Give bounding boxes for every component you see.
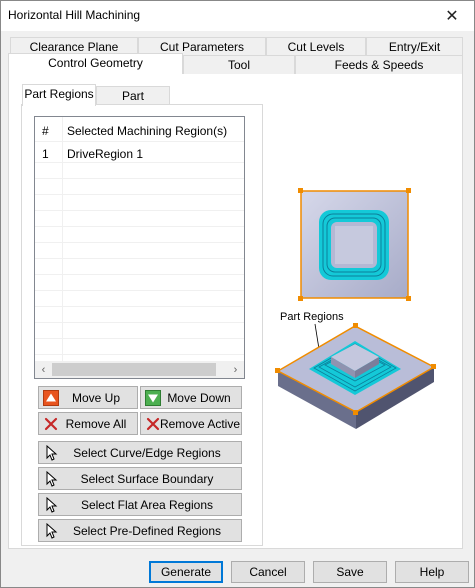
row-divider — [35, 210, 244, 211]
row-divider — [35, 258, 244, 259]
row-divider — [35, 226, 244, 227]
select-flat-area-regions-button[interactable]: Select Flat Area Regions — [38, 493, 242, 516]
tab-entry-exit[interactable]: Entry/Exit — [366, 37, 463, 56]
button-label: Remove All — [65, 417, 127, 431]
tab-label: Control Geometry — [48, 56, 143, 70]
tab-label: Entry/Exit — [388, 40, 441, 54]
row-divider — [35, 354, 244, 355]
tab-label: Feeds & Speeds — [334, 58, 424, 72]
window-title: Horizontal Hill Machining — [8, 8, 141, 22]
remove-all-button[interactable]: Remove All — [38, 412, 138, 435]
close-button[interactable]: ✕ — [442, 6, 462, 26]
row-divider — [35, 338, 244, 339]
select-predefined-regions-button[interactable]: Select Pre-Defined Regions — [38, 519, 242, 542]
tab-label: Cut Levels — [287, 40, 345, 54]
button-label: Select Pre-Defined Regions — [72, 524, 222, 538]
help-button[interactable]: Help — [395, 561, 469, 583]
select-curve-edge-regions-button[interactable]: Select Curve/Edge Regions — [38, 441, 242, 464]
tab-feeds-speeds[interactable]: Feeds & Speeds — [295, 55, 463, 74]
tab-control-geometry[interactable]: Control Geometry — [8, 53, 183, 74]
button-label: Select Curve/Edge Regions — [73, 446, 221, 460]
save-button[interactable]: Save — [313, 561, 387, 583]
button-label: Generate — [160, 565, 212, 579]
scroll-thumb[interactable] — [52, 363, 216, 376]
button-label: Save — [336, 565, 364, 579]
scroll-left-icon[interactable]: ‹ — [35, 361, 52, 378]
column-header-region[interactable]: Selected Machining Region(s) — [67, 124, 227, 138]
iso-view-diagram — [275, 323, 436, 429]
top-view-diagram — [298, 188, 411, 301]
column-header-number[interactable]: # — [42, 124, 49, 138]
tab-part-regions[interactable]: Part Regions — [22, 84, 96, 106]
horizontal-scrollbar[interactable]: ‹ › — [35, 361, 244, 378]
button-label: Select Flat Area Regions — [80, 498, 214, 512]
button-label: Help — [419, 565, 445, 579]
region-list[interactable]: # Selected Machining Region(s) 1 DriveRe… — [34, 116, 245, 379]
remove-active-button[interactable]: Remove Active — [140, 412, 242, 435]
tab-label: Clearance Plane — [29, 40, 119, 54]
tab-label: Cut Parameters — [159, 40, 245, 54]
row-divider — [35, 306, 244, 307]
part-regions-illustration: Part Regions — [275, 188, 436, 429]
button-label: Cancel — [249, 565, 287, 579]
button-label: Move Up — [71, 391, 121, 405]
row-divider — [35, 322, 244, 323]
button-label: Move Down — [167, 391, 231, 405]
row-divider — [35, 141, 244, 142]
button-label: Select Surface Boundary — [80, 472, 214, 486]
select-surface-boundary-button[interactable]: Select Surface Boundary — [38, 467, 242, 490]
table-row[interactable]: 1 DriveRegion 1 — [35, 143, 244, 161]
row-divider — [35, 290, 244, 291]
row-divider — [35, 178, 244, 179]
dialog-window: Horizontal Hill Machining ✕ Clearance Pl… — [0, 0, 475, 588]
scroll-right-icon[interactable]: › — [227, 361, 244, 378]
close-icon: ✕ — [445, 8, 459, 25]
tab-label: Tool — [227, 58, 250, 72]
tab-cut-levels[interactable]: Cut Levels — [266, 37, 366, 56]
tab-part-surfaces[interactable]: Part Surfaces — [96, 86, 170, 122]
row-number: 1 — [42, 147, 49, 161]
illustration-label: Part Regions — [280, 311, 344, 323]
row-divider — [35, 194, 244, 195]
tab-tool[interactable]: Tool — [183, 55, 295, 74]
generate-button[interactable]: Generate — [149, 561, 223, 583]
move-down-button[interactable]: Move Down — [140, 386, 242, 409]
tab-label: Part Regions — [24, 87, 94, 101]
label-leader-line — [314, 323, 320, 350]
row-region-name: DriveRegion 1 — [67, 147, 144, 161]
row-divider — [35, 274, 244, 275]
cancel-button[interactable]: Cancel — [231, 561, 305, 583]
button-label: Remove Active — [159, 417, 241, 431]
move-up-button[interactable]: Move Up — [38, 386, 138, 409]
title-bar: Horizontal Hill Machining ✕ — [1, 1, 474, 31]
row-divider — [35, 162, 244, 163]
row-divider — [35, 242, 244, 243]
